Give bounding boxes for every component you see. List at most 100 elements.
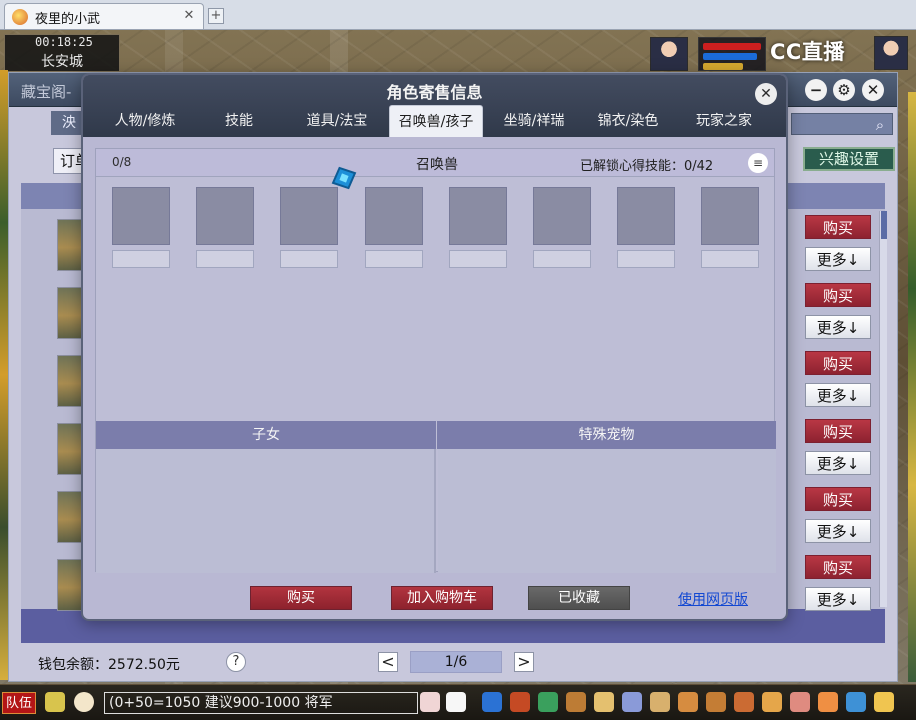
activity-icon[interactable] (818, 692, 838, 712)
browser-tab-title: 夜里的小武 (35, 12, 101, 27)
event-icon[interactable] (762, 692, 782, 712)
system-icon[interactable] (622, 692, 642, 712)
tab-summons-children[interactable]: 召唤兽/孩子 (389, 105, 483, 137)
summons-panel: 0/8 召唤兽 已解锁心得技能：0/42 ≡ 子女 特殊宠物 (95, 148, 776, 573)
dialog-title: 角色寄售信息 (386, 83, 483, 102)
listing-more-button[interactable]: 更多↓ (805, 451, 871, 475)
settings-icon[interactable] (846, 692, 866, 712)
children-list (96, 449, 436, 573)
help-icon[interactable]: ? (226, 652, 246, 672)
listing-buy-button[interactable]: 购买 (805, 487, 871, 511)
listing-buy-button[interactable]: 购买 (805, 215, 871, 239)
summons-count: 0/8 (112, 155, 132, 169)
unlocked-skill-count: 已解锁心得技能：0/42 (580, 159, 714, 174)
tab-character-cultivation[interactable]: 人物/修炼 (107, 105, 183, 137)
listing-more-button[interactable]: 更多↓ (805, 519, 871, 543)
summon-name-field (280, 250, 338, 268)
inventory-icon[interactable] (510, 692, 530, 712)
summon-name-field (701, 250, 759, 268)
listing-more-button[interactable]: 更多↓ (805, 383, 871, 407)
team-icon[interactable] (566, 692, 586, 712)
location-clock-box: 00:18:25 长安城 (4, 34, 120, 72)
next-page-button[interactable]: > (514, 652, 534, 672)
quest-icon[interactable] (650, 692, 670, 712)
close-icon[interactable]: ✕ (862, 79, 884, 101)
summon-slot[interactable] (617, 187, 675, 245)
summon-slot[interactable] (701, 187, 759, 245)
guild-icon[interactable] (594, 692, 614, 712)
gift-icon[interactable] (790, 692, 810, 712)
tab-items-treasures[interactable]: 道具/法宝 (301, 105, 373, 137)
minimize-icon[interactable]: − (805, 79, 827, 101)
microphone-icon[interactable] (45, 692, 65, 712)
chat-input[interactable]: (0+50=1050 建议900-1000 将军 (104, 692, 418, 714)
listing-buy-button[interactable]: 购买 (805, 351, 871, 375)
ranking-icon[interactable] (874, 692, 894, 712)
mana-bar (703, 53, 757, 60)
location-name: 长安城 (41, 54, 83, 70)
search-icon[interactable]: ⌕ (871, 116, 889, 134)
experience-bar (703, 63, 743, 70)
summon-slot[interactable] (533, 187, 591, 245)
children-section-title: 子女 (96, 421, 436, 449)
scroll-thumb[interactable] (881, 211, 887, 239)
new-tab-icon[interactable]: + (208, 8, 224, 24)
right-decoration-strip (908, 92, 916, 682)
summon-slot[interactable] (280, 187, 338, 245)
map-icon[interactable] (678, 692, 698, 712)
tab-player-home[interactable]: 玩家之家 (687, 105, 761, 137)
summon-name-field (449, 250, 507, 268)
player-portrait[interactable] (650, 37, 688, 71)
special-pets-list (438, 449, 776, 573)
add-to-cart-button[interactable]: 加入购物车 (391, 586, 493, 610)
summon-name-field (617, 250, 675, 268)
previous-page-button[interactable]: < (378, 652, 398, 672)
cc-live-logo: CC直播 (770, 40, 845, 64)
wallet-balance: 钱包余额：2572.50元 (38, 657, 180, 673)
dialog-header: 角色寄售信息 ✕ 人物/修炼 技能 道具/法宝 召唤兽/孩子 坐骑/祥瑞 锦衣/… (83, 75, 786, 137)
player-status-bars (698, 37, 766, 71)
listing-more-button[interactable]: 更多↓ (805, 247, 871, 271)
browser-tab-icon (12, 9, 28, 25)
listing-more-button[interactable]: 更多↓ (805, 587, 871, 611)
summons-section-title: 召唤兽 (416, 157, 458, 173)
team-button[interactable]: 队伍 (2, 692, 36, 714)
favorited-button[interactable]: 已收藏 (528, 586, 630, 610)
pet-shortcut-icon[interactable] (446, 692, 466, 712)
pet-portrait[interactable] (874, 36, 908, 70)
listing-buy-button[interactable]: 购买 (805, 555, 871, 579)
interest-settings-button[interactable]: 兴趣设置 (803, 147, 895, 171)
health-bar (703, 43, 761, 50)
summon-slot[interactable] (196, 187, 254, 245)
mail-icon[interactable] (420, 692, 440, 712)
shop-window-title: 藏宝阁- (21, 83, 72, 101)
summon-slot[interactable] (112, 187, 170, 245)
menu-icon[interactable]: ≡ (748, 153, 768, 173)
settings-icon[interactable]: ⚙ (833, 79, 855, 101)
page-indicator: 1/6 (410, 651, 502, 673)
web-version-link[interactable]: 使用网页版 (678, 589, 748, 609)
browser-tab[interactable]: 夜里的小武 ✕ (4, 3, 204, 29)
chat-emote-icon[interactable] (74, 692, 94, 712)
tab-mounts-auspicious[interactable]: 坐骑/祥瑞 (493, 105, 575, 137)
listing-more-button[interactable]: 更多↓ (805, 315, 871, 339)
game-clock: 00:18:25 (35, 35, 93, 49)
shop-search-input[interactable]: ⌕ (791, 113, 893, 135)
close-icon[interactable]: ✕ (181, 8, 197, 24)
listing-buy-button[interactable]: 购买 (805, 419, 871, 443)
shop-icon[interactable] (734, 692, 754, 712)
shop-list-scrollbar[interactable] (879, 211, 887, 607)
close-icon[interactable]: ✕ (755, 83, 777, 105)
left-decoration-strip (0, 70, 8, 680)
special-pets-section-title: 特殊宠物 (437, 421, 776, 449)
buy-button[interactable]: 购买 (250, 586, 352, 610)
summon-slot[interactable] (365, 187, 423, 245)
listing-buy-button[interactable]: 购买 (805, 283, 871, 307)
summon-name-field (112, 250, 170, 268)
skills-icon[interactable] (538, 692, 558, 712)
tab-skills[interactable]: 技能 (207, 105, 271, 137)
tab-outfits-dye[interactable]: 锦衣/染色 (587, 105, 669, 137)
friends-icon[interactable] (706, 692, 726, 712)
summon-slot[interactable] (449, 187, 507, 245)
attack-icon[interactable] (482, 692, 502, 712)
